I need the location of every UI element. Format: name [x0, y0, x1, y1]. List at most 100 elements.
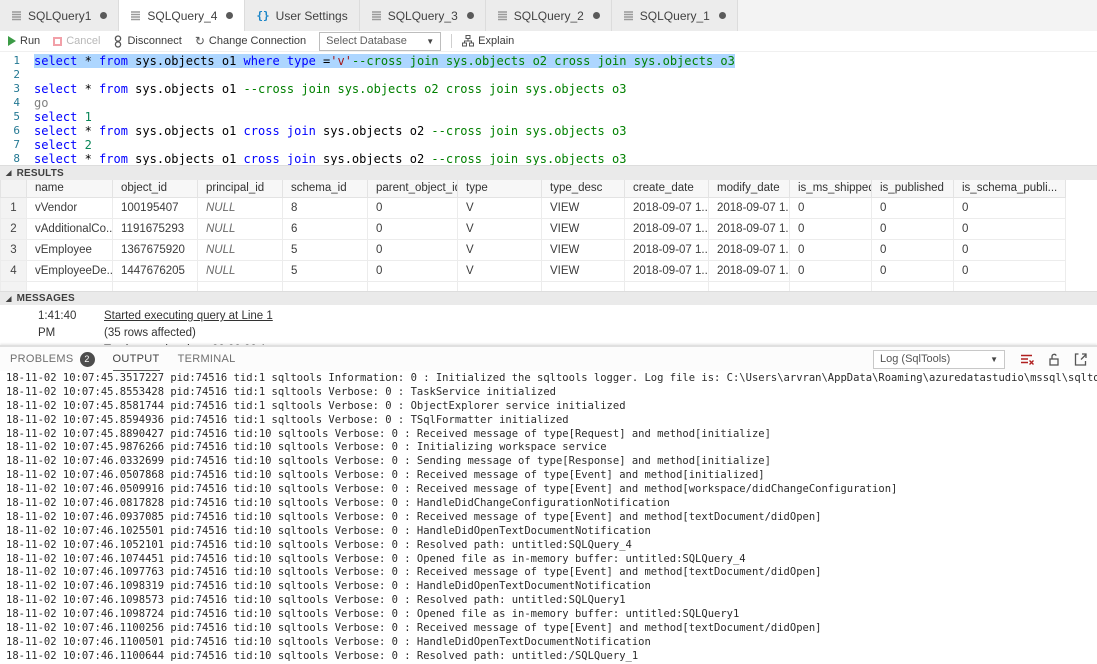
database-dropdown[interactable]: Select Database ▼ [319, 32, 441, 51]
table-row[interactable]: 1vVendor100195407NULL80VVIEW2018-09-07 1… [1, 197, 1066, 218]
dirty-indicator-icon[interactable] [226, 12, 233, 19]
table-cell[interactable]: 0 [368, 239, 458, 260]
table-cell[interactable]: 6 [283, 218, 368, 239]
dirty-indicator-icon[interactable] [467, 12, 474, 19]
table-cell[interactable]: 0 [954, 218, 1066, 239]
editor-line[interactable]: 4go [0, 96, 1097, 110]
explain-button[interactable]: Explain [462, 35, 514, 47]
panel-tab-problems[interactable]: PROBLEMS2 [10, 347, 95, 371]
table-cell[interactable]: V [458, 239, 542, 260]
table-cell[interactable]: 0 [872, 260, 954, 281]
editor-tab-sqlquery-1[interactable]: SQLQuery_1 [612, 0, 738, 31]
table-cell[interactable]: vVendor [27, 197, 113, 218]
editor-line[interactable]: 8select * from sys.objects o1 cross join… [0, 152, 1097, 165]
table-cell[interactable]: 0 [872, 197, 954, 218]
message-link[interactable]: Started executing query at Line 1 [104, 308, 273, 325]
editor-tab-sqlquery-2[interactable]: SQLQuery_2 [486, 0, 612, 31]
table-row[interactable]: 3vEmployee1367675920NULL50VVIEW2018-09-0… [1, 239, 1066, 260]
table-cell[interactable]: 0 [368, 260, 458, 281]
run-button[interactable]: Run [8, 35, 40, 47]
editor-tab-sqlquery-4[interactable]: SQLQuery_4 [119, 0, 245, 31]
table-cell[interactable]: 2018-09-07 1... [709, 218, 790, 239]
table-cell[interactable]: NULL [198, 218, 283, 239]
dirty-indicator-icon[interactable] [719, 12, 726, 19]
table-cell[interactable]: 1447676205 [113, 260, 198, 281]
sql-editor[interactable]: 1select * from sys.objects o1 where type… [0, 52, 1097, 165]
table-cell[interactable]: NULL [198, 260, 283, 281]
editor-tab-user-settings[interactable]: {}User Settings [245, 0, 359, 31]
column-header-schema_id[interactable]: schema_id [283, 180, 368, 197]
table-cell[interactable]: 2018-09-07 1... [709, 260, 790, 281]
messages-section-header[interactable]: ◢ MESSAGES [0, 291, 1097, 305]
table-cell[interactable]: 1367675920 [113, 239, 198, 260]
row-number-cell[interactable]: 3 [1, 239, 27, 260]
table-cell[interactable]: VIEW [542, 197, 625, 218]
output-channel-dropdown[interactable]: Log (SqlTools) ▼ [873, 350, 1005, 369]
table-cell[interactable]: V [458, 260, 542, 281]
editor-line[interactable]: 2 [0, 68, 1097, 82]
results-section-header[interactable]: ◢ RESULTS [0, 165, 1097, 180]
column-header-is_ms_shipped[interactable]: is_ms_shipped [790, 180, 872, 197]
output-log[interactable]: 18-11-02 10:07:45.3517227 pid:74516 tid:… [0, 371, 1097, 664]
panel-tab-output[interactable]: OUTPUT [113, 347, 160, 371]
table-cell[interactable]: VIEW [542, 218, 625, 239]
table-cell[interactable]: 0 [954, 260, 1066, 281]
column-header-create_date[interactable]: create_date [625, 180, 709, 197]
dirty-indicator-icon[interactable] [100, 12, 107, 19]
table-cell[interactable]: 0 [790, 239, 872, 260]
table-cell[interactable]: 0 [872, 239, 954, 260]
table-cell[interactable]: 100195407 [113, 197, 198, 218]
open-log-file-icon[interactable] [1074, 353, 1087, 366]
change-connection-button[interactable]: ↻ Change Connection [195, 34, 306, 48]
column-header-parent_object_id[interactable]: parent_object_id [368, 180, 458, 197]
table-cell[interactable]: NULL [198, 197, 283, 218]
results-grid[interactable]: nameobject_idprincipal_idschema_idparent… [0, 180, 1097, 291]
editor-line[interactable]: 5select 1 [0, 110, 1097, 124]
column-header-object_id[interactable]: object_id [113, 180, 198, 197]
column-header-type_desc[interactable]: type_desc [542, 180, 625, 197]
editor-line[interactable]: 3select * from sys.objects o1 --cross jo… [0, 82, 1097, 96]
row-number-cell[interactable]: 2 [1, 218, 27, 239]
table-cell[interactable]: 2018-09-07 1... [709, 197, 790, 218]
table-cell[interactable]: vEmployeeDe... [27, 260, 113, 281]
table-cell[interactable]: 1191675293 [113, 218, 198, 239]
table-cell[interactable]: 2018-09-07 1... [625, 260, 709, 281]
cancel-button[interactable]: Cancel [53, 35, 100, 47]
table-cell[interactable]: 0 [872, 218, 954, 239]
table-cell[interactable]: 2018-09-07 1... [625, 197, 709, 218]
editor-tab-sqlquery-3[interactable]: SQLQuery_3 [360, 0, 486, 31]
scroll-lock-icon[interactable] [1048, 353, 1060, 366]
row-number-cell[interactable]: 1 [1, 197, 27, 218]
table-cell[interactable]: 8 [283, 197, 368, 218]
table-cell[interactable]: 0 [954, 197, 1066, 218]
table-cell[interactable]: 0 [368, 197, 458, 218]
editor-line[interactable]: 1select * from sys.objects o1 where type… [0, 54, 1097, 68]
table-cell[interactable]: 5 [283, 260, 368, 281]
table-cell[interactable]: 5 [283, 239, 368, 260]
column-header-type[interactable]: type [458, 180, 542, 197]
table-cell[interactable]: vAdditionalCo... [27, 218, 113, 239]
table-cell[interactable]: 0 [790, 197, 872, 218]
table-cell[interactable]: 0 [790, 260, 872, 281]
dirty-indicator-icon[interactable] [593, 12, 600, 19]
column-header-is_published[interactable]: is_published [872, 180, 954, 197]
editor-line[interactable]: 6select * from sys.objects o1 cross join… [0, 124, 1097, 138]
table-cell[interactable]: 2018-09-07 1... [625, 239, 709, 260]
row-number-cell[interactable]: 4 [1, 260, 27, 281]
table-cell[interactable]: vEmployee [27, 239, 113, 260]
clear-output-icon[interactable] [1019, 353, 1034, 366]
table-cell[interactable]: 0 [954, 239, 1066, 260]
editor-tab-sqlquery1[interactable]: SQLQuery1 [0, 0, 119, 31]
column-header-is_schema_publi[interactable]: is_schema_publi... [954, 180, 1066, 197]
table-cell[interactable]: V [458, 218, 542, 239]
column-header-modify_date[interactable]: modify_date [709, 180, 790, 197]
column-header-principal_id[interactable]: principal_id [198, 180, 283, 197]
editor-line[interactable]: 7select 2 [0, 138, 1097, 152]
table-cell[interactable]: 0 [368, 218, 458, 239]
table-cell[interactable]: VIEW [542, 260, 625, 281]
table-cell[interactable]: 2018-09-07 1... [625, 218, 709, 239]
table-cell[interactable]: NULL [198, 239, 283, 260]
panel-tab-terminal[interactable]: TERMINAL [178, 347, 236, 371]
table-row[interactable]: 2vAdditionalCo...1191675293NULL60VVIEW20… [1, 218, 1066, 239]
table-row[interactable]: 4vEmployeeDe...1447676205NULL50VVIEW2018… [1, 260, 1066, 281]
